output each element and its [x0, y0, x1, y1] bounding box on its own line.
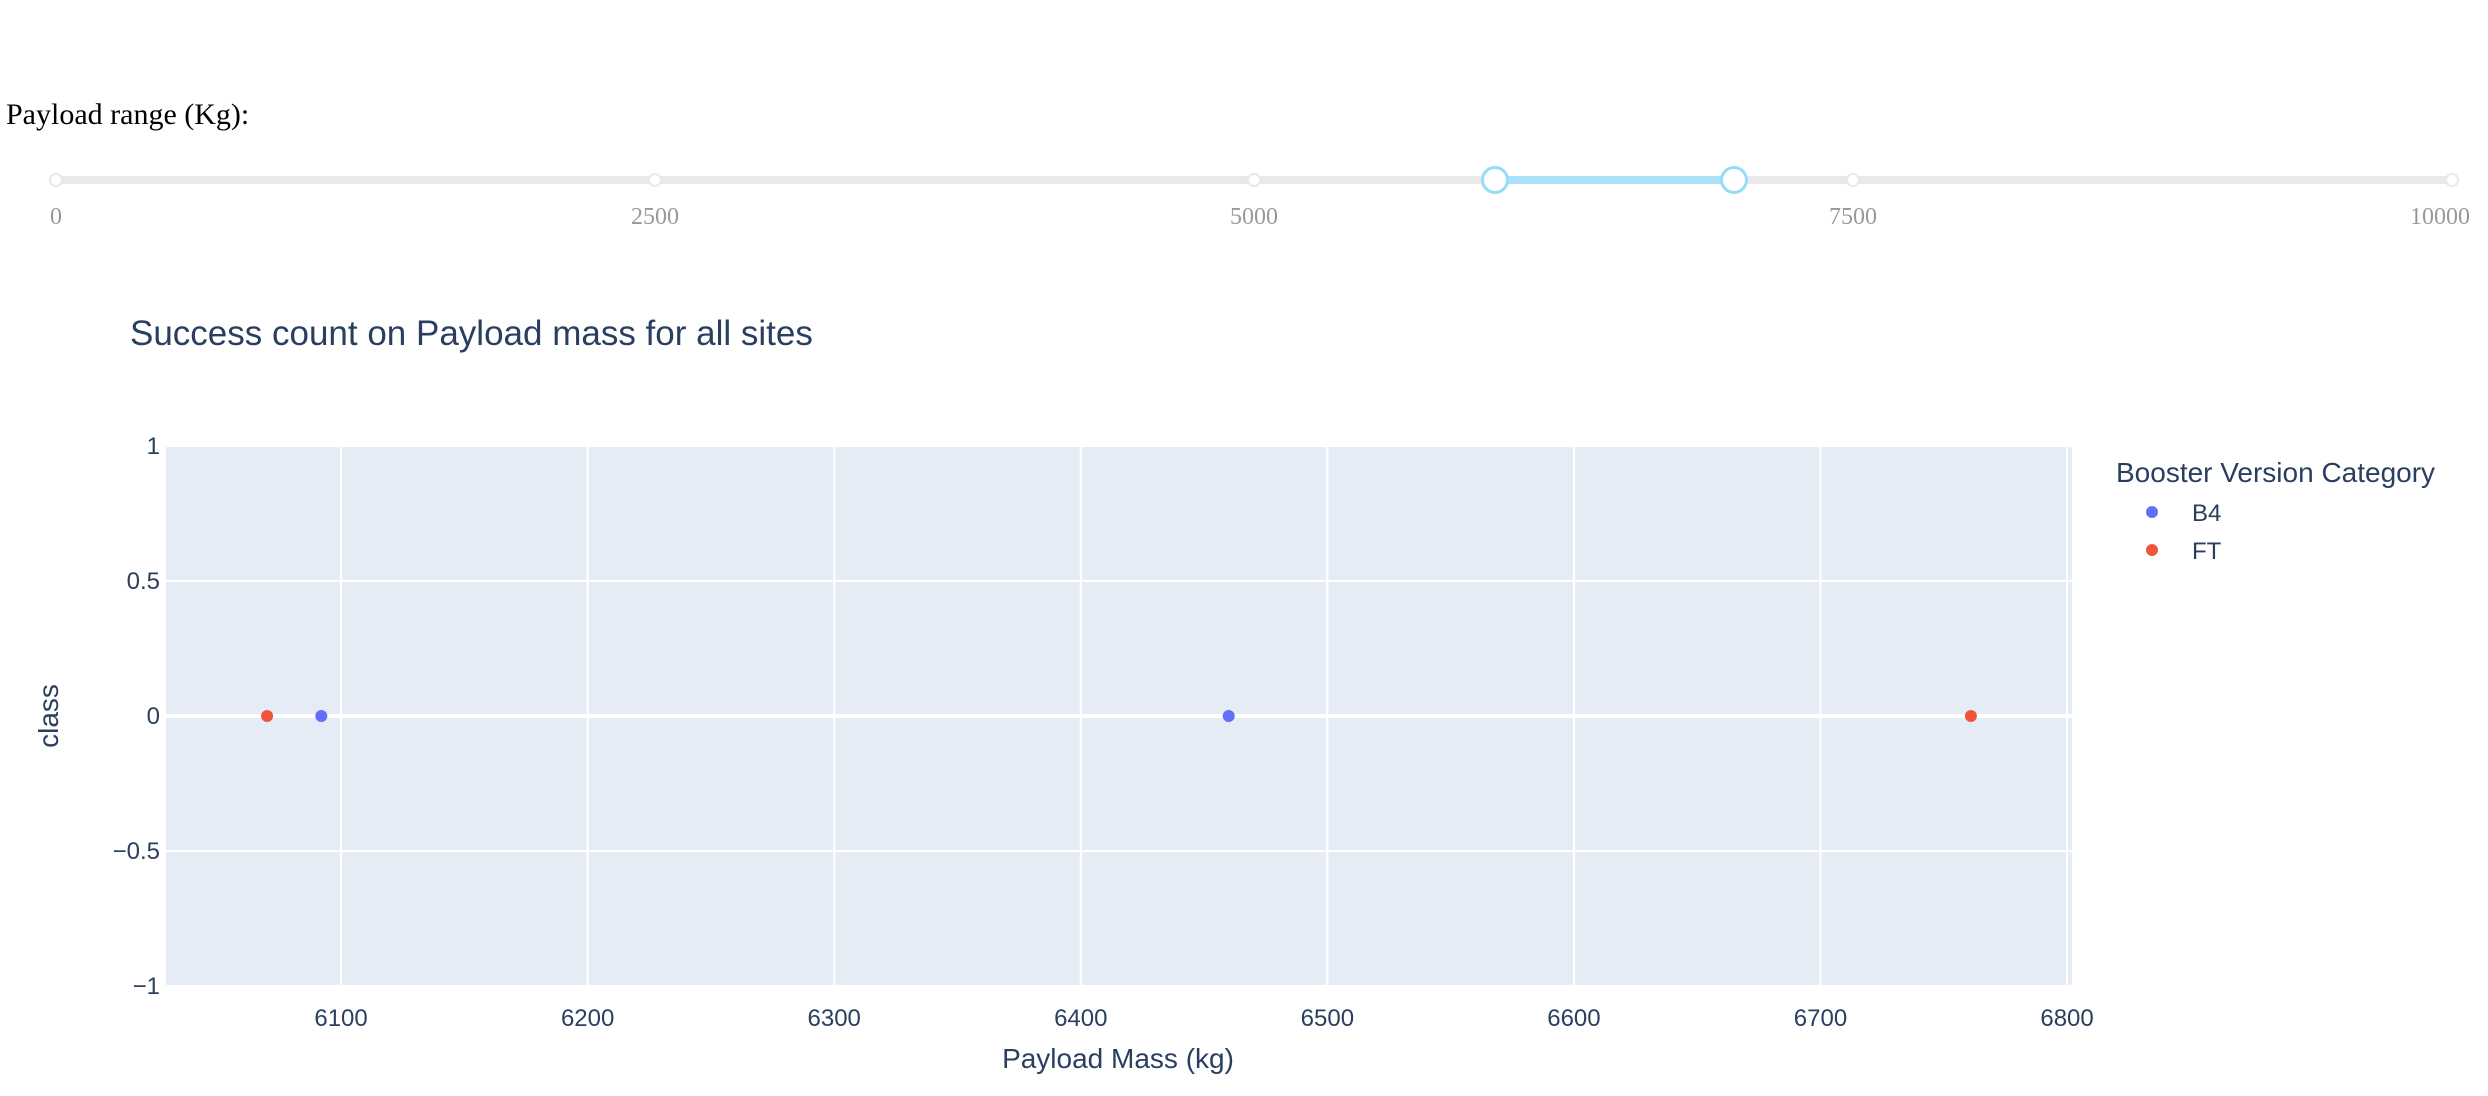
- x-tick-label: 6400: [1054, 1005, 1107, 1032]
- legend-label-ft: FT: [2192, 538, 2222, 565]
- x-tick-label: 6100: [314, 1005, 367, 1032]
- x-tick-label: 6600: [1547, 1005, 1600, 1032]
- legend-label-b4: B4: [2192, 500, 2221, 527]
- payload-scatter-chart: Success count on Payload mass for all si…: [33, 314, 2435, 1074]
- data-point-ft: [1964, 710, 1977, 722]
- y-tick-label: −0.5: [113, 838, 160, 865]
- x-tick-label: 6200: [561, 1005, 614, 1032]
- y-tick-label: −1: [133, 973, 160, 1000]
- y-axis-title: class: [33, 684, 64, 748]
- x-tick-label: 6800: [2040, 1005, 2093, 1032]
- legend-marker-ft: [2146, 544, 2158, 556]
- x-axis-title: Payload Mass (kg): [1002, 1043, 1234, 1074]
- legend-marker-b4: [2146, 506, 2158, 518]
- x-tick-label: 6700: [1794, 1005, 1847, 1032]
- dashboard-page: Payload range (Kg): 0 2500 5000 7500 10000 S…: [0, 0, 2488, 1096]
- y-tick-label: 0: [147, 703, 160, 730]
- data-point-b4: [1222, 710, 1235, 722]
- x-tick-label: 6500: [1301, 1005, 1354, 1032]
- legend: Booster Version Category B4 FT: [2116, 457, 2435, 565]
- data-point-ft: [261, 710, 274, 722]
- legend-title: Booster Version Category: [2116, 457, 2435, 488]
- x-tick-label: 6300: [808, 1005, 861, 1032]
- y-tick-label: 0.5: [127, 568, 160, 595]
- y-tick-label: 1: [147, 433, 160, 460]
- data-point-b4: [315, 710, 328, 722]
- chart-title: Success count on Payload mass for all si…: [130, 314, 813, 353]
